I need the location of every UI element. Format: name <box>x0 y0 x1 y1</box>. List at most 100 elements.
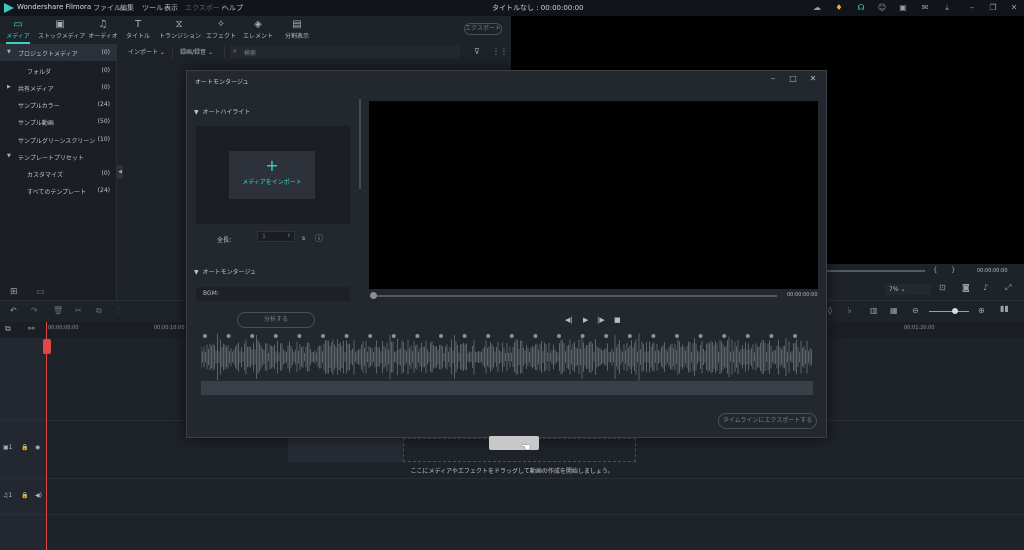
premium-icon[interactable]: ♦ <box>834 3 844 13</box>
menu-tools[interactable]: ツール <box>142 3 163 13</box>
lock-icon[interactable]: 🔒 <box>21 492 28 499</box>
sidebar-item-customize[interactable]: カスタマイズ (0) <box>0 165 116 182</box>
zoom-dropdown[interactable]: 7% ⌄ <box>885 284 931 295</box>
section-auto-montage[interactable]: ▼ オートモンタージュ <box>194 267 256 276</box>
lock-icon[interactable]: 🔒 <box>21 444 28 451</box>
export-to-timeline-button[interactable]: タイムラインにエクスポートする <box>718 413 817 429</box>
tab-stock-media[interactable]: ▣ ストックメディア <box>38 16 85 44</box>
sidebar-item-shared-media[interactable]: ▶ 共有メディア (0) <box>0 79 116 96</box>
close-icon[interactable]: ✕ <box>1009 3 1019 13</box>
maximize-icon[interactable]: □ <box>788 74 798 83</box>
crop-icon[interactable]: ⧉ <box>96 306 102 316</box>
shield-icon[interactable]: ◊ <box>828 306 832 315</box>
new-folder-icon[interactable]: ⊞ <box>10 287 18 297</box>
sidebar-item-folder[interactable]: フォルダ (0) <box>0 62 116 79</box>
sidebar-item-all-templates[interactable]: すべてのテンプレート (24) <box>0 182 116 199</box>
menu-view[interactable]: 表示 <box>164 3 178 13</box>
timeline-settings-icon[interactable]: ▮▮ <box>1000 304 1009 313</box>
help-icon[interactable]: ⓘ <box>315 233 323 244</box>
filter-icon[interactable]: ⊽ <box>474 47 480 56</box>
tab-split-screen[interactable]: ▤ 分割表示 <box>282 16 312 44</box>
zoom-in-icon[interactable]: ⊕ <box>978 306 985 315</box>
restore-icon[interactable]: ❐ <box>988 3 998 13</box>
tab-transition[interactable]: ⧖ トランジション <box>159 16 201 44</box>
expand-icon[interactable]: ⤢ <box>1005 283 1011 293</box>
length-stepper[interactable]: 1 ⇕ <box>257 231 295 242</box>
dialog-video-preview <box>369 101 818 289</box>
collapse-sidebar-handle[interactable]: ◀ <box>117 165 123 179</box>
zoom-slider[interactable] <box>929 311 969 312</box>
playhead[interactable] <box>46 322 47 550</box>
tab-effects[interactable]: ✧ エフェクト <box>206 16 236 44</box>
sidebar-item-sample-greenscreen[interactable]: サンプルグリーンスクリーン (10) <box>0 131 116 148</box>
mixer-icon[interactable]: ▥ <box>870 306 878 315</box>
play-icon[interactable]: ▶ <box>583 316 588 324</box>
plus-icon: + <box>265 156 279 175</box>
playhead-handle[interactable] <box>43 339 51 354</box>
record-dropdown[interactable]: 録画/録音 ⌄ <box>180 47 225 58</box>
render-icon[interactable]: ▦ <box>890 306 898 315</box>
section-auto-highlight[interactable]: ▼ オートハイライト <box>194 107 250 116</box>
waveform-track-bar[interactable] <box>201 381 813 395</box>
tab-media[interactable]: ▭ メディア <box>4 16 32 44</box>
dialog-progress-bar[interactable] <box>373 295 777 297</box>
stepper-arrows-icon[interactable]: ⇕ <box>287 232 291 241</box>
link-icon[interactable]: ⚯ <box>28 324 35 333</box>
adjust-icon[interactable]: ⫶ <box>117 306 119 316</box>
next-frame-icon[interactable]: |▶ <box>597 316 605 324</box>
export-button[interactable]: エクスポート <box>464 23 502 35</box>
dialog-progress-knob[interactable] <box>370 292 377 299</box>
zoom-out-icon[interactable]: ⊖ <box>912 306 919 315</box>
track-divider <box>0 478 1024 479</box>
zoom-slider-knob[interactable] <box>952 308 958 314</box>
previous-frame-icon[interactable]: ◀| <box>565 316 573 324</box>
minimize-icon[interactable]: – <box>967 3 977 13</box>
sidebar-item-sample-colors[interactable]: サンプルカラー (24) <box>0 96 116 113</box>
undo-icon[interactable]: ↶ <box>10 306 17 315</box>
menu-file[interactable]: ファイル <box>93 3 121 13</box>
split-icon[interactable]: ✂ <box>75 306 82 315</box>
account-icon[interactable]: ☺ <box>877 3 887 13</box>
title-bar: Wondershare Filmora ファイル 編集 ツール 表示 エクスポー… <box>0 0 1024 16</box>
notification-icon[interactable]: ✉ <box>920 3 930 13</box>
drop-area-left <box>288 438 403 462</box>
fullscreen-icon[interactable]: ⊡ <box>939 283 946 292</box>
tab-elements[interactable]: ◈ エレメント <box>243 16 273 44</box>
scrollbar[interactable] <box>359 99 361 189</box>
download-icon[interactable]: ⤓ <box>942 3 952 13</box>
sidebar-item-sample-videos[interactable]: サンプル動画 (50) <box>0 113 116 130</box>
close-icon[interactable]: ✕ <box>808 74 818 83</box>
analyze-button[interactable]: 分析する <box>237 312 315 328</box>
microphone-icon[interactable]: ♭ <box>848 306 852 315</box>
menu-export[interactable]: エクスポート <box>185 3 227 13</box>
mark-out-icon[interactable]: } <box>951 266 955 274</box>
add-track-icon[interactable]: ⧉ <box>5 324 11 334</box>
support-icon[interactable]: ☊ <box>856 3 866 13</box>
snapshot-icon[interactable]: ◙ <box>962 283 970 292</box>
save-icon[interactable]: ▣ <box>898 3 908 13</box>
volume-icon[interactable]: ♪ <box>983 283 988 292</box>
grid-view-icon[interactable]: ⋮⋮ <box>492 47 508 56</box>
preview-progress-bar[interactable] <box>825 270 925 272</box>
project-title: タイトルなし : 00:00:00:00 <box>492 4 584 12</box>
sidebar-item-project-media[interactable]: ▼ プロジェクトメディア (0) <box>0 44 116 61</box>
mark-in-icon[interactable]: { <box>933 266 937 274</box>
tab-audio[interactable]: ♫ オーディオ <box>88 16 118 44</box>
audio-waveform[interactable] <box>201 333 813 381</box>
search-input[interactable]: ⌕ 検索 <box>230 46 460 58</box>
stop-icon[interactable]: ■ <box>614 316 621 324</box>
menu-edit[interactable]: 編集 <box>120 3 134 13</box>
minimize-icon[interactable]: – <box>768 74 778 83</box>
menu-help[interactable]: ヘルプ <box>222 3 243 13</box>
speaker-icon[interactable]: ◀) <box>35 492 42 499</box>
delete-icon[interactable]: 🗑 <box>53 306 63 315</box>
tab-title[interactable]: T タイトル <box>125 16 151 44</box>
cloud-icon[interactable]: ☁ <box>812 3 822 13</box>
import-media-button[interactable]: + メディアをインポート <box>229 151 315 199</box>
eye-icon[interactable]: ◉ <box>35 444 40 451</box>
import-dropdown[interactable]: インポート ⌄ <box>128 47 173 58</box>
folder-icon[interactable]: ▭ <box>36 287 45 297</box>
redo-icon[interactable]: ↷ <box>31 306 38 315</box>
text-icon: T <box>134 19 142 30</box>
sidebar-item-template-presets[interactable]: ▼ テンプレートプリセット <box>0 148 116 165</box>
